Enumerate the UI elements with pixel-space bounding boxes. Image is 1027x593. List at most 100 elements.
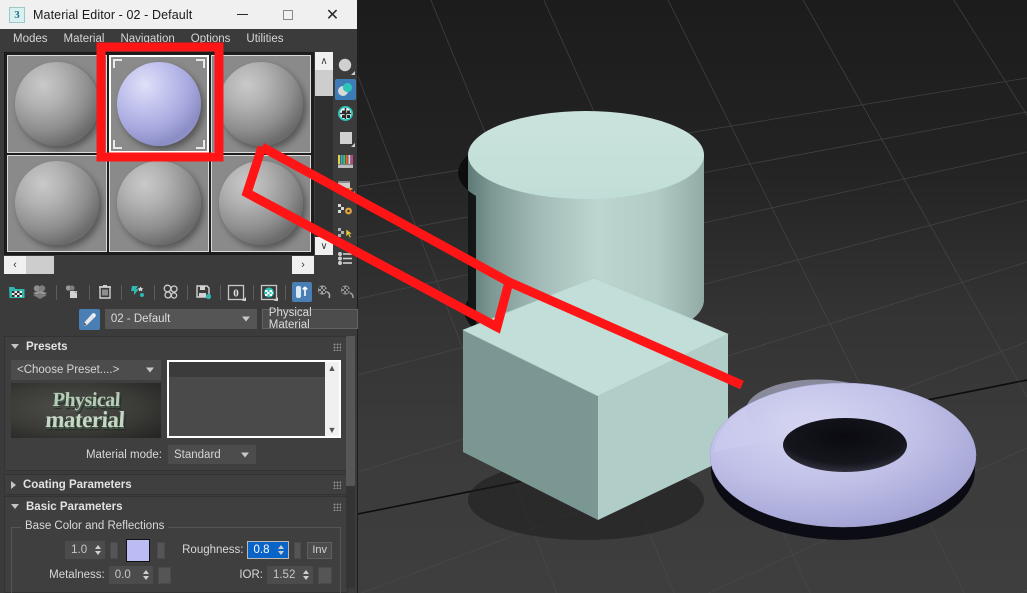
material-name-value: 02 - Default <box>110 313 171 325</box>
put-to-library-icon[interactable] <box>194 282 214 302</box>
make-preview-icon[interactable] <box>335 175 356 196</box>
go-forward-to-sibling-icon[interactable] <box>338 282 358 302</box>
sample-sphere <box>15 161 99 246</box>
ior-map-button[interactable] <box>318 566 332 584</box>
choose-preset-combo[interactable]: <Choose Preset....> <box>11 360 161 380</box>
maximize-button[interactable] <box>265 0 310 29</box>
basic-parameters-header[interactable]: Basic Parameters <box>5 497 347 516</box>
sample-slot-2-selected[interactable] <box>109 55 209 153</box>
menu-modes[interactable]: Modes <box>5 31 56 48</box>
put-material-to-scene-icon[interactable] <box>30 282 50 302</box>
roughness-label: Roughness: <box>182 544 244 556</box>
sample-sphere <box>15 61 99 146</box>
scroll-left-button[interactable]: ‹ <box>4 256 26 274</box>
scrollbar-thumb[interactable] <box>346 336 355 486</box>
drag-grip-icon[interactable] <box>333 480 341 489</box>
menu-options[interactable]: Options <box>183 31 239 48</box>
scroll-right-button[interactable]: › <box>292 256 314 274</box>
base-weight-spinner[interactable]: 1.0 <box>65 541 106 559</box>
chevron-right-icon <box>11 480 16 489</box>
presets-rollout: Presets <Choose Preset....> Physical mat… <box>4 336 348 471</box>
material-mode-value: Standard <box>174 448 221 461</box>
backlight-icon[interactable] <box>335 79 356 100</box>
spinner-arrows-icon[interactable] <box>135 570 151 580</box>
spinner-arrows-icon[interactable] <box>270 545 286 555</box>
assign-material-to-selection-icon[interactable] <box>63 282 83 302</box>
preset-list-items[interactable] <box>169 362 325 436</box>
sample-sphere <box>117 61 201 146</box>
basic-parameters-rollout: Basic Parameters Base Color and Reflecti… <box>4 496 348 593</box>
menu-material[interactable]: Material <box>56 31 113 48</box>
scroll-up-button[interactable]: ∧ <box>315 52 333 70</box>
get-material-icon[interactable] <box>7 282 27 302</box>
sample-slot-1[interactable] <box>7 55 107 153</box>
preset-list-scrollbar[interactable]: ▲ ▼ <box>325 362 339 436</box>
material-mode-combo[interactable]: Standard <box>168 445 256 464</box>
svg-text:0: 0 <box>233 287 239 299</box>
make-material-copy-icon[interactable] <box>161 282 181 302</box>
show-shaded-material-in-viewport-icon[interactable] <box>260 282 280 302</box>
material-type-button[interactable]: Physical Material <box>261 307 359 331</box>
scrollbar-track-h[interactable] <box>54 256 292 274</box>
show-end-result-icon[interactable] <box>292 282 313 302</box>
sample-slot-5[interactable] <box>109 154 209 252</box>
scroll-up-icon[interactable]: ▲ <box>328 363 337 373</box>
preset-list[interactable]: ▲ ▼ <box>167 360 341 438</box>
base-color-group-label: Base Color and Reflections <box>21 520 169 532</box>
scrollbar-thumb[interactable] <box>315 70 333 96</box>
base-weight-value: 1.0 <box>71 544 88 556</box>
metalness-map-button[interactable] <box>157 566 172 584</box>
sample-slot-4[interactable] <box>7 154 107 252</box>
metalness-spinner[interactable]: 0.0 <box>108 566 153 584</box>
material-name-combo[interactable]: 02 - Default <box>104 309 257 329</box>
basic-parameters-title: Basic Parameters <box>26 500 123 513</box>
scrollbar-thumb-h[interactable] <box>26 256 54 274</box>
sample-type-sphere-icon[interactable] <box>335 55 356 76</box>
reset-map-icon[interactable] <box>128 282 148 302</box>
delete-material-icon[interactable] <box>96 282 116 302</box>
background-checker-icon[interactable] <box>335 103 356 124</box>
base-color-swatch[interactable] <box>125 538 151 562</box>
metalness-value: 0.0 <box>114 569 131 581</box>
slot-horizontal-scrollbar[interactable]: ‹ › <box>4 256 314 274</box>
menu-navigation[interactable]: Navigation <box>112 31 182 48</box>
coating-parameters-header[interactable]: Coating Parameters <box>5 475 347 494</box>
ior-label: IOR: <box>239 569 263 581</box>
go-to-parent-icon[interactable] <box>315 282 335 302</box>
minimize-button[interactable] <box>220 0 265 29</box>
preset-thumb-line2: material <box>45 406 126 432</box>
material-id-icon[interactable]: 0 <box>227 282 247 302</box>
close-button[interactable]: ✕ <box>310 0 355 29</box>
slot-vertical-scrollbar[interactable]: ∧ ∨ <box>315 52 333 255</box>
eyedropper-icon[interactable] <box>79 308 100 330</box>
ior-spinner[interactable]: 1.52 <box>266 566 314 584</box>
sample-slot-3[interactable] <box>211 55 311 153</box>
scroll-down-button[interactable]: ∨ <box>315 237 333 255</box>
spinner-arrows-icon[interactable] <box>295 570 311 580</box>
ior-value: 1.52 <box>272 569 296 581</box>
roughness-map-button[interactable] <box>293 541 302 559</box>
select-by-material-icon[interactable] <box>335 223 356 244</box>
window-titlebar[interactable]: 3 Material Editor - 02 - Default ✕ <box>0 0 357 29</box>
sample-slot-6[interactable] <box>211 154 311 252</box>
material-id-channel-icon[interactable] <box>335 247 356 268</box>
sample-uv-tiling-icon[interactable] <box>335 127 356 148</box>
roughness-invert-button[interactable]: Inv <box>307 541 333 559</box>
base-color-map-button[interactable] <box>157 541 166 559</box>
roughness-spinner[interactable]: 0.8 <box>246 541 289 559</box>
material-toolbar: 0 <box>0 280 358 304</box>
options-gear-icon[interactable] <box>335 199 356 220</box>
drag-grip-icon[interactable] <box>333 502 341 511</box>
base-weight-map-button[interactable] <box>110 541 118 559</box>
scroll-down-icon[interactable]: ▼ <box>328 425 337 435</box>
3d-viewport[interactable] <box>358 0 1027 593</box>
choose-preset-value: <Choose Preset....> <box>17 364 120 376</box>
spinner-arrows-icon[interactable] <box>87 545 103 555</box>
drag-grip-icon[interactable] <box>333 342 341 351</box>
video-color-check-icon[interactable] <box>335 151 356 172</box>
panel-vertical-scrollbar[interactable] <box>346 336 355 588</box>
slot-corner-marker <box>113 139 122 149</box>
menu-utilities[interactable]: Utilities <box>238 31 291 48</box>
menu-bar: Modes Material Navigation Options Utilit… <box>0 29 357 50</box>
presets-rollout-header[interactable]: Presets <box>5 337 347 356</box>
